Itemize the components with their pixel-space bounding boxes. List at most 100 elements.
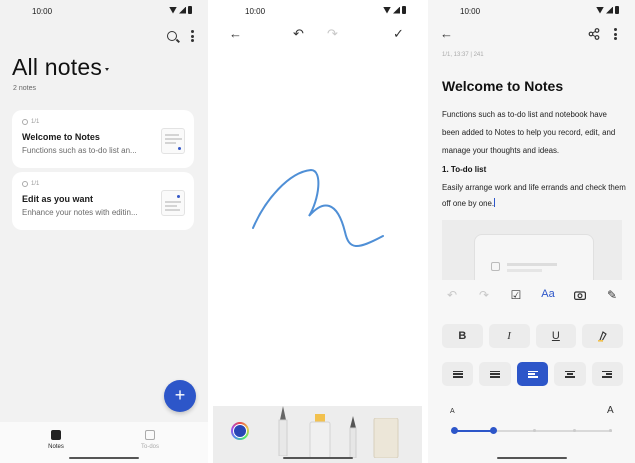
clock-icon <box>22 119 28 125</box>
ink-stroke <box>252 168 384 247</box>
numbered-list-icon <box>452 369 463 379</box>
align-left-icon <box>527 369 538 379</box>
nav-notes-tab[interactable]: Notes <box>36 430 76 450</box>
signal-icon <box>606 6 613 14</box>
chevron-down-icon <box>105 68 110 71</box>
eraser-tool-icon[interactable] <box>373 418 399 458</box>
note-title: Edit as you want <box>22 194 94 204</box>
note-snippet: Functions such as to-do list an... <box>22 146 137 155</box>
paragraph-buttons <box>442 362 624 386</box>
note-card-edit[interactable]: 1/1 Edit as you want Enhance your notes … <box>12 172 194 230</box>
nav-todos-tab[interactable]: To-dos <box>130 430 170 450</box>
status-time: 10:00 <box>32 7 53 16</box>
status-bar: 10:00 <box>428 6 635 18</box>
note-card-welcome[interactable]: 1/1 Welcome to Notes Functions such as t… <box>12 110 194 168</box>
battery-icon <box>188 6 192 14</box>
note-body[interactable]: Functions such as to-do list and noteboo… <box>442 106 626 160</box>
bulleted-list-button[interactable] <box>479 362 511 386</box>
folder-selector[interactable]: All notes <box>12 54 110 81</box>
redo-icon[interactable]: ↷ <box>474 288 494 302</box>
wifi-icon <box>169 6 177 14</box>
section-body[interactable]: Easily arrange work and life errands and… <box>442 180 628 212</box>
note-meta: 1/1 <box>31 119 40 125</box>
status-time: 10:00 <box>460 7 481 16</box>
editor-toolbar: ← <box>428 26 635 46</box>
search-icon[interactable] <box>167 31 177 41</box>
selected-color-swatch <box>233 424 247 438</box>
drawing-tools-tray <box>213 406 422 463</box>
battery-icon <box>402 6 406 14</box>
status-time: 10:00 <box>245 7 266 16</box>
notes-icon <box>51 430 61 440</box>
done-check-icon[interactable]: ✓ <box>393 26 404 42</box>
format-toolbar: ↶ ↷ ☑ Aa ✎ <box>442 288 623 308</box>
home-indicator <box>282 456 353 459</box>
signal-icon <box>179 6 186 14</box>
todo-illustration <box>442 220 622 280</box>
back-arrow-icon[interactable]: ← <box>229 26 242 41</box>
drawing-screen: 10:00 ← ↶ ↷ ✓ <box>213 0 422 463</box>
italic-button[interactable]: I <box>488 324 530 348</box>
note-meta: 1/1 <box>31 181 40 187</box>
share-icon[interactable] <box>588 28 600 40</box>
underline-button[interactable]: U <box>535 324 577 348</box>
align-center-icon <box>564 369 575 379</box>
drawing-toolbar: ← ↶ ↷ ✓ <box>213 26 422 46</box>
highlight-button[interactable] <box>582 324 623 348</box>
note-title[interactable]: Welcome to Notes <box>442 78 563 94</box>
camera-icon[interactable] <box>574 290 586 300</box>
note-title: Welcome to Notes <box>22 132 100 142</box>
add-note-button[interactable]: + <box>164 380 196 412</box>
status-bar: 10:00 <box>213 6 422 18</box>
marker-tool-icon[interactable] <box>308 414 334 458</box>
slider-knob[interactable] <box>490 427 497 434</box>
align-center-button[interactable] <box>554 362 586 386</box>
clock-icon <box>22 181 28 187</box>
bulleted-list-icon <box>490 369 501 379</box>
back-arrow-icon[interactable]: ← <box>440 26 453 41</box>
align-right-icon <box>602 369 613 379</box>
note-editor-screen: 10:00 ← 1/1, 13:37 | 241 Welcome to Note… <box>428 0 635 463</box>
highlighter-icon <box>597 331 607 342</box>
draw-pen-icon[interactable]: ✎ <box>602 288 622 302</box>
note-thumbnail <box>161 128 185 154</box>
redo-icon[interactable]: ↷ <box>327 26 338 42</box>
slider-start-dot <box>451 427 458 434</box>
font-size-small-label: A <box>450 408 455 415</box>
page-title: All notes <box>12 54 103 80</box>
nav-todos-label: To-dos <box>140 444 159 450</box>
wifi-icon <box>596 6 604 14</box>
signal-icon <box>393 6 400 14</box>
section-heading[interactable]: 1. To-do list <box>442 165 486 174</box>
notes-count: 2 notes <box>13 85 36 92</box>
battery-icon <box>615 6 619 14</box>
notes-list-screen: 10:00 All notes 2 notes 1/1 Welcome to N… <box>0 0 208 463</box>
more-options-icon[interactable] <box>191 30 194 42</box>
numbered-list-button[interactable] <box>442 362 474 386</box>
section-body-text: Easily arrange work and life errands and… <box>442 183 626 208</box>
wifi-icon <box>383 6 391 14</box>
undo-icon[interactable]: ↶ <box>293 26 304 42</box>
pen-tool-icon[interactable] <box>275 406 291 456</box>
font-size-large-label: A <box>607 405 614 416</box>
note-thumbnail <box>161 190 185 216</box>
drawing-canvas[interactable] <box>213 60 422 400</box>
slider-fill <box>454 430 494 432</box>
align-left-button[interactable] <box>516 362 549 386</box>
bottom-navigation: Notes To-dos <box>0 422 208 463</box>
note-meta: 1/1, 13:37 | 241 <box>442 52 484 58</box>
note-snippet: Enhance your notes with editin... <box>22 208 138 217</box>
status-bar: 10:00 <box>0 6 208 18</box>
bold-button[interactable]: B <box>442 324 483 348</box>
formatting-panel: ↶ ↷ ☑ Aa ✎ B I U <box>428 280 635 463</box>
undo-icon[interactable]: ↶ <box>442 288 462 302</box>
checklist-icon[interactable]: ☑ <box>506 288 526 302</box>
pencil-tool-icon[interactable] <box>346 412 360 458</box>
text-format-icon[interactable]: Aa <box>538 288 558 300</box>
more-options-icon[interactable] <box>614 28 617 40</box>
font-size-slider[interactable] <box>451 427 612 434</box>
align-right-button[interactable] <box>591 362 624 386</box>
checkbox-icon <box>145 430 155 440</box>
color-picker-button[interactable] <box>231 422 249 440</box>
nav-notes-label: Notes <box>48 444 64 450</box>
